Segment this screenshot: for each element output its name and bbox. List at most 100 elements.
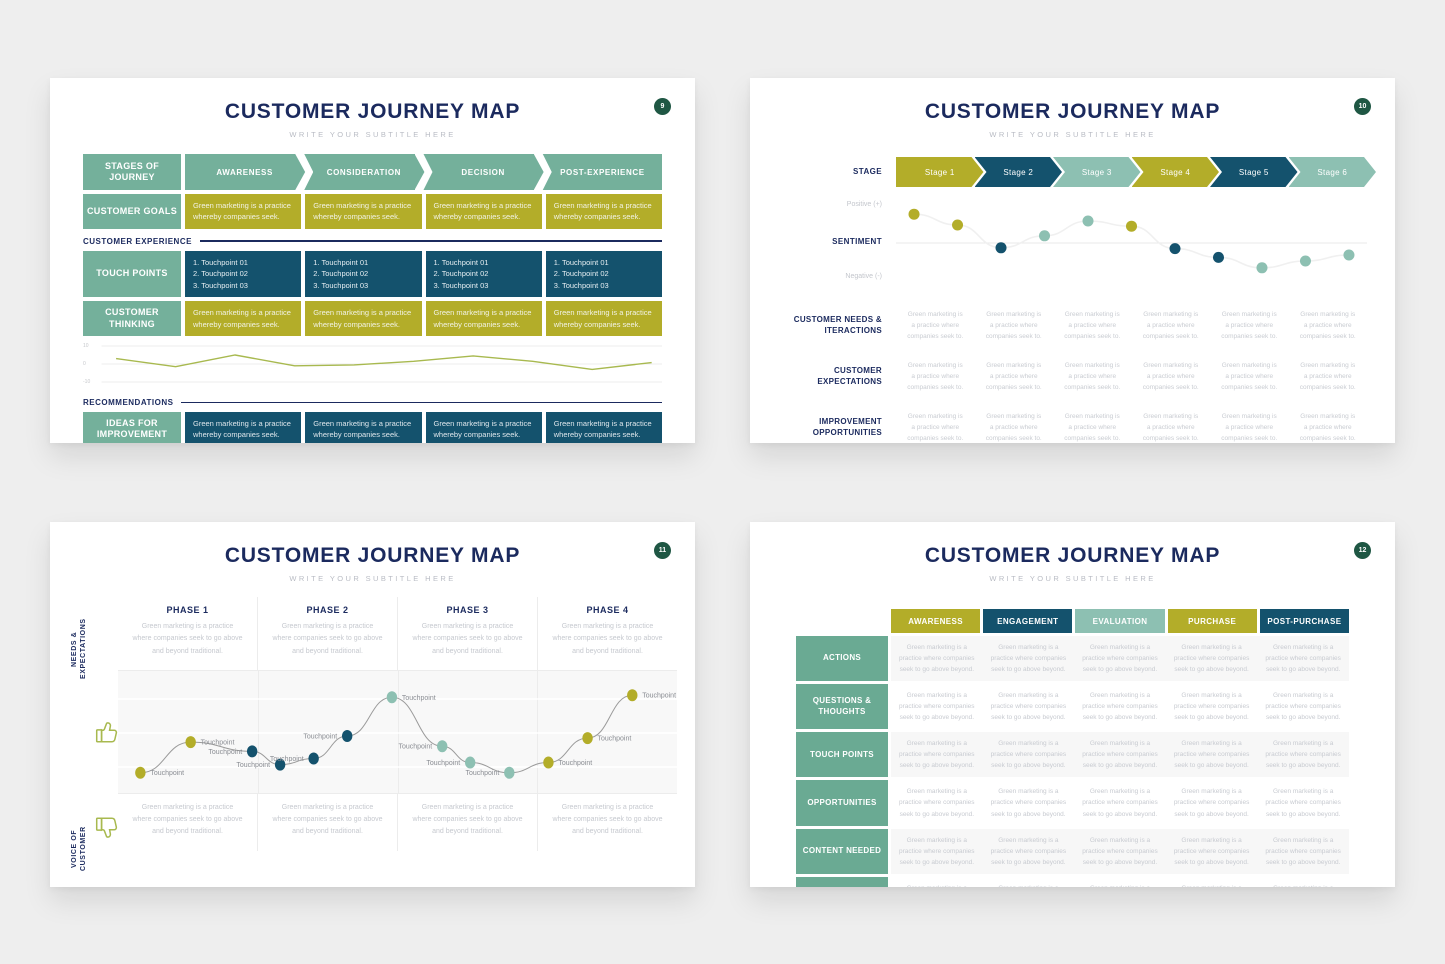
matrix-row-label-5: CONTENT NEEDED bbox=[796, 829, 888, 874]
detail-cell-1-1: Green marketing is a practice where comp… bbox=[896, 301, 975, 350]
voice-column-3: Green marketing is a practice where comp… bbox=[397, 794, 537, 851]
stage-chevron-3[interactable]: Stage 3 bbox=[1053, 157, 1141, 187]
matrix-cell-1-2: Green marketing is a practice where comp… bbox=[983, 636, 1075, 681]
customer-goals-cell-4: Green marketing is a practice whereby co… bbox=[546, 194, 662, 229]
ideas-for-improvement-row: IDEAS FOR IMPROVEMENT Green marketing is… bbox=[83, 412, 662, 443]
sentiment-label: SENTIMENT bbox=[778, 237, 896, 246]
negative-axis-label: Negative (-) bbox=[778, 273, 896, 280]
sentiment-point-4 bbox=[1039, 230, 1050, 241]
customer-goals-cell-2: Green marketing is a practice whereby co… bbox=[305, 194, 421, 229]
stage-label: STAGE bbox=[778, 167, 896, 177]
matrix-cell-6-3: Green marketing is a practice where comp… bbox=[1074, 877, 1166, 887]
matrix-row-5: CONTENT NEEDED Green marketing is a pract… bbox=[796, 829, 1349, 874]
touchpoint-dot-8 bbox=[437, 740, 447, 752]
touch-point-item: 3. Touchpoint 03 bbox=[554, 280, 654, 292]
voice-text-3: Green marketing is a practice where comp… bbox=[412, 802, 523, 839]
touch-point-item: 2. Touchpoint 02 bbox=[434, 268, 534, 280]
customer-thinking-cell-3: Green marketing is a practice whereby co… bbox=[426, 301, 542, 336]
detail-cell-2-3: Green marketing is a practice where comp… bbox=[1053, 352, 1132, 401]
slide-customer-journey-phases: 11 CUSTOMER JOURNEY MAP WRITE YOUR SUBTI… bbox=[50, 522, 695, 887]
stage-chevron-4[interactable]: POST-EXPERIENCE bbox=[543, 154, 662, 190]
detail-cell-3-1: Green marketing is a practice where comp… bbox=[896, 403, 975, 443]
touch-points-cell-1: 1. Touchpoint 012. Touchpoint 023. Touch… bbox=[185, 251, 301, 298]
section-divider-line bbox=[181, 402, 662, 404]
y-tick-0: 0 bbox=[83, 361, 86, 367]
touchpoint-label-8: Touchpoint bbox=[398, 743, 432, 750]
sentiment-point-10 bbox=[1300, 256, 1311, 267]
matrix-cell-5-3: Green marketing is a practice where comp… bbox=[1074, 829, 1166, 874]
touchpoint-dot-9 bbox=[465, 756, 475, 768]
phase-column-1: PHASE 1Green marketing is a practice whe… bbox=[118, 597, 257, 670]
touchpoint-label-6: Touchpoint bbox=[303, 733, 337, 740]
matrix-cell-3-2: Green marketing is a practice where comp… bbox=[983, 732, 1075, 777]
matrix-cell-4-3: Green marketing is a practice where comp… bbox=[1074, 780, 1166, 825]
touchpoint-dot-1 bbox=[135, 767, 145, 779]
ideas-for-improvement-cell-4: Green marketing is a practice whereby co… bbox=[546, 412, 662, 443]
stage-chevron-4[interactable]: Stage 4 bbox=[1132, 157, 1220, 187]
touchpoint-curve-svg: TouchpointTouchpointTouchpointTouchpoint… bbox=[118, 671, 677, 793]
detail-cell-2-4: Green marketing is a practice where comp… bbox=[1132, 352, 1211, 401]
page-title: CUSTOMER JOURNEY MAP bbox=[50, 544, 695, 568]
touchpoint-dot-12 bbox=[582, 732, 592, 744]
stage-chevron-2[interactable]: Stage 2 bbox=[975, 157, 1063, 187]
ideas-for-improvement-cell-1: Green marketing is a practice whereby co… bbox=[185, 412, 301, 443]
touchpoint-label-7: Touchpoint bbox=[402, 695, 436, 702]
experience-line-chart: 100-10 bbox=[83, 342, 662, 390]
phase-column-3: PHASE 3Green marketing is a practice whe… bbox=[397, 597, 537, 670]
touch-points-cell-3: 1. Touchpoint 012. Touchpoint 023. Touch… bbox=[426, 251, 542, 298]
detail-cell-1-6: Green marketing is a practice where comp… bbox=[1289, 301, 1368, 350]
matrix-row-1: ACTIONSGreen marketing is a practice whe… bbox=[796, 636, 1349, 681]
matrix-rows: ACTIONSGreen marketing is a practice whe… bbox=[796, 636, 1349, 887]
touchpoint-label-5: Touchpoint bbox=[270, 756, 304, 763]
voice-text-2: Green marketing is a practice where comp… bbox=[272, 802, 383, 839]
customer-thinking-row: CUSTOMER THINKING Green marketing is a p… bbox=[83, 301, 662, 336]
sentiment-point-6 bbox=[1126, 221, 1137, 232]
touch-points-cell-2: 1. Touchpoint 012. Touchpoint 023. Touch… bbox=[305, 251, 421, 298]
detail-row-cells: Green marketing is a practice where comp… bbox=[896, 352, 1367, 401]
matrix-cell-3-3: Green marketing is a practice where comp… bbox=[1074, 732, 1166, 777]
matrix-cell-1-1: Green marketing is a practice where comp… bbox=[891, 636, 983, 681]
touch-point-item: 1. Touchpoint 01 bbox=[313, 257, 413, 269]
matrix-cell-5-5: Green marketing is a practice where comp… bbox=[1257, 829, 1349, 874]
touch-point-item: 1. Touchpoint 01 bbox=[434, 257, 534, 269]
phase-title-3: PHASE 3 bbox=[412, 605, 523, 615]
matrix-cell-4-2: Green marketing is a practice where comp… bbox=[983, 780, 1075, 825]
touch-point-item: 3. Touchpoint 03 bbox=[313, 280, 413, 292]
stage-chevron-bar: Stage 1Stage 2Stage 3Stage 4Stage 5Stage… bbox=[896, 157, 1367, 187]
detail-row-1: CUSTOMER NEEDS & ITERACTIONSGreen market… bbox=[778, 301, 1367, 350]
customer-goals-cell-1: Green marketing is a practice whereby co… bbox=[185, 194, 301, 229]
stages-of-journey-label: STAGES OF JOURNEY bbox=[83, 154, 181, 190]
stage-chevron-3[interactable]: DECISION bbox=[424, 154, 543, 190]
stage-chevron-6[interactable]: Stage 6 bbox=[1289, 157, 1377, 187]
matrix-cell-6-5: Green marketing is a practice where comp… bbox=[1257, 877, 1349, 887]
sentiment-point-7 bbox=[1169, 243, 1180, 254]
slide2-content: STAGE Stage 1Stage 2Stage 3Stage 4Stage … bbox=[750, 157, 1395, 443]
slide4-content: AWARENESSENGAGEMENTEVALUATIONPURCHASEPOS… bbox=[750, 609, 1395, 887]
detail-cell-3-3: Green marketing is a practice where comp… bbox=[1053, 403, 1132, 443]
needs-text-4: Green marketing is a practice where comp… bbox=[552, 621, 663, 658]
page-subtitle: WRITE YOUR SUBTITLE HERE bbox=[50, 130, 695, 139]
sentiment-point-5 bbox=[1082, 216, 1093, 227]
touchpoint-label-9: Touchpoint bbox=[426, 760, 460, 767]
sentiment-point-11 bbox=[1343, 250, 1354, 261]
touch-point-item: 3. Touchpoint 03 bbox=[434, 280, 534, 292]
touch-point-item: 1. Touchpoint 01 bbox=[554, 257, 654, 269]
touch-point-item: 3. Touchpoint 03 bbox=[193, 280, 293, 292]
sentiment-point-9 bbox=[1256, 262, 1267, 273]
page-subtitle: WRITE YOUR SUBTITLE HERE bbox=[750, 574, 1395, 583]
touch-points-row: TOUCH POINTS 1. Touchpoint 012. Touchpoi… bbox=[83, 251, 662, 298]
touchpoint-label-10: Touchpoint bbox=[466, 770, 500, 777]
stage-chevron-2[interactable]: CONSIDERATION bbox=[304, 154, 423, 190]
phase-title-2: PHASE 2 bbox=[272, 605, 383, 615]
page-subtitle: WRITE YOUR SUBTITLE HERE bbox=[750, 130, 1395, 139]
stage-chevron-1[interactable]: Stage 1 bbox=[896, 157, 984, 187]
touch-points-cell-4: 1. Touchpoint 012. Touchpoint 023. Touch… bbox=[546, 251, 662, 298]
thumbs-up-icon bbox=[94, 719, 120, 745]
stage-chevron-1[interactable]: AWARENESS bbox=[185, 154, 304, 190]
stage-chevron-5[interactable]: Stage 5 bbox=[1210, 157, 1298, 187]
matrix-cell-1-3: Green marketing is a practice where comp… bbox=[1074, 636, 1166, 681]
matrix-header-row: AWARENESSENGAGEMENTEVALUATIONPURCHASEPOS… bbox=[796, 609, 1349, 633]
page-badge: 10 bbox=[1354, 98, 1371, 115]
customer-thinking-cell-1: Green marketing is a practice whereby co… bbox=[185, 301, 301, 336]
touchpoint-label-4: Touchpoint bbox=[236, 762, 270, 769]
